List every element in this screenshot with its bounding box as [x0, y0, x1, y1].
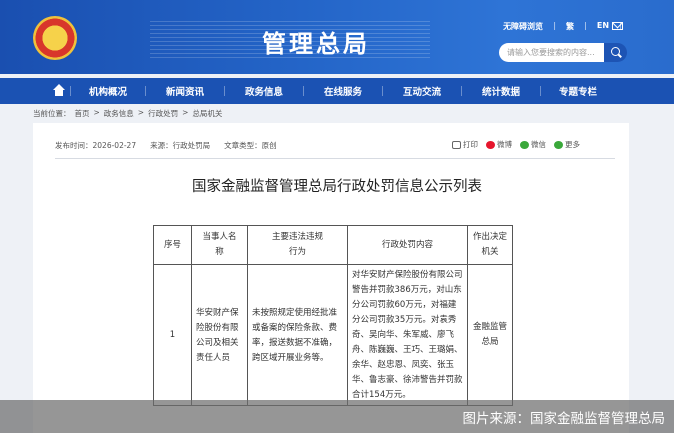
table-header-cell: 主要违法违规行为 [247, 225, 348, 265]
publish-date: 发布时间：2026-02-27 [55, 141, 137, 150]
header-authority-label: 作出决定机关 [472, 232, 507, 257]
english-link[interactable]: EN [597, 21, 609, 32]
party-name: 华安财产保险股份有限公司及相关责任人员 [191, 264, 248, 406]
printer-icon [452, 141, 461, 149]
wechat-icon [520, 141, 529, 149]
nav-item-online-services[interactable]: 在线服务 [304, 84, 382, 98]
search-input[interactable]: 请输入您要搜索的内容... [499, 43, 604, 62]
breadcrumb-item[interactable]: 政务信息 [104, 108, 134, 119]
table-header-cell: 当事人名称 [191, 225, 248, 265]
header-violation-label: 主要违法违规行为 [271, 232, 323, 257]
violation-description: 未按照规定使用经批准或备案的保险条款、费率，报送数据不准确，跨区域开展业务等。 [247, 264, 348, 406]
main-nav: 机构概况 新闻资讯 政务信息 在线服务 互动交流 统计数据 专题专栏 [0, 78, 674, 104]
share-toolbar: 打印 微博 微信 更多 [452, 139, 580, 150]
breadcrumb-separator: > [93, 108, 100, 117]
more-share-button[interactable]: 更多 [554, 139, 580, 150]
table-header-row: 序号 当事人名称 主要违法违规行为 行政处罚内容 作出决定机关 [153, 225, 513, 265]
breadcrumb-separator: > [137, 108, 145, 117]
image-source-caption: 图片来源：国家金融监督管理总局 [462, 411, 666, 427]
print-button[interactable]: 打印 [452, 139, 478, 150]
article-title: 国家金融监督管理总局行政处罚信息公示列表 [192, 179, 482, 195]
penalty-table: 序号 当事人名称 主要违法违规行为 行政处罚内容 作出决定机关 1 华安财产保险… [153, 225, 513, 406]
search-button[interactable] [604, 43, 627, 62]
national-emblem-icon[interactable]: ★ [33, 16, 77, 60]
row-number: 1 [153, 264, 192, 406]
print-label: 打印 [463, 140, 478, 149]
table-row: 1 华安财产保险股份有限公司及相关责任人员 未按照规定使用经批准或备案的保险条款… [153, 264, 513, 406]
table-header-cell: 序号 [153, 225, 192, 265]
weibo-label: 微博 [497, 140, 512, 149]
home-icon [53, 84, 65, 96]
nav-item-government-info[interactable]: 政务信息 [225, 84, 303, 98]
traditional-chinese-link[interactable]: 繁 [566, 21, 574, 32]
wechat-share-button[interactable]: 微信 [520, 139, 546, 150]
nav-item-interaction[interactable]: 互动交流 [383, 84, 461, 98]
decision-authority: 金融监管总局 [467, 264, 513, 406]
top-link-separator: | [583, 21, 587, 30]
top-links: 无障碍浏览 | 繁 | EN | [503, 21, 622, 32]
weibo-share-button[interactable]: 微博 [486, 139, 512, 150]
plus-icon [554, 141, 563, 149]
site-title[interactable]: 管理总局 [262, 24, 370, 59]
breadcrumb-item[interactable]: 总局机关 [192, 108, 222, 119]
article-type: 文章类型：原创 [224, 141, 277, 150]
penalty-content: 对华安财产保险股份有限公司警告并罚款386万元，对山东分公司罚款60万元，对福建… [347, 264, 468, 406]
nav-item-about[interactable]: 机构概况 [71, 84, 145, 98]
breadcrumb-item[interactable]: 首页 [75, 108, 90, 119]
article-meta: 发布时间：2026-02-27 来源：行政处罚局 文章类型：原创 [55, 140, 277, 151]
nav-home[interactable] [0, 78, 70, 104]
header-party-label: 当事人名称 [202, 232, 237, 257]
more-label: 更多 [565, 140, 580, 149]
table-header-cell: 作出决定机关 [467, 225, 513, 265]
breadcrumb-separator: > [182, 108, 189, 117]
top-link-separator: | [553, 21, 556, 30]
accessibility-link[interactable]: 无障碍浏览 [503, 21, 543, 32]
breadcrumb-item[interactable]: 行政处罚 [148, 108, 178, 119]
meta-divider [55, 158, 615, 159]
weibo-icon [486, 141, 495, 149]
wechat-label: 微信 [531, 140, 546, 149]
table-header-cell: 行政处罚内容 [347, 225, 468, 265]
article-source: 来源：行政处罚局 [150, 141, 211, 150]
nav-item-news[interactable]: 新闻资讯 [146, 84, 224, 98]
authority-label: 金融监管总局 [472, 322, 507, 347]
nav-item-special-topics[interactable]: 专题专栏 [541, 84, 615, 98]
breadcrumb-prefix: 当前位置： [33, 109, 71, 118]
mail-icon[interactable] [612, 22, 623, 30]
breadcrumb: 当前位置： 首页 > 政务信息 > 行政处罚 > 总局机关 [33, 108, 222, 119]
nav-item-statistics[interactable]: 统计数据 [462, 84, 540, 98]
